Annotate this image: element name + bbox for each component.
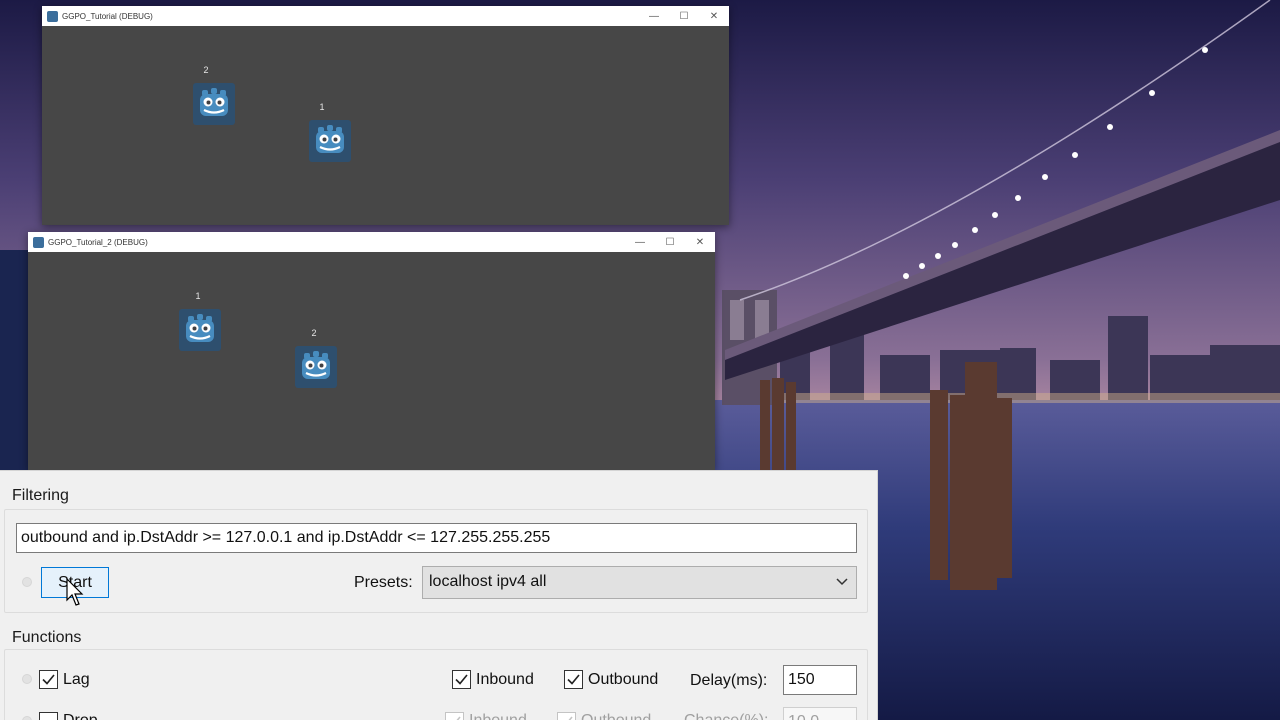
chance-input[interactable]: [783, 707, 857, 720]
drop-status-indicator: [22, 716, 32, 720]
drop-checkbox[interactable]: [39, 712, 58, 720]
lag-outbound-checkbox[interactable]: [564, 670, 583, 689]
game-window-1[interactable]: GGPO_Tutorial (DEBUG) — ☐ ✕ 2 1: [42, 6, 729, 225]
drop-inbound-label: Inbound: [469, 712, 527, 720]
lag-outbound-label: Outbound: [588, 671, 659, 688]
game-window-2-title: GGPO_Tutorial_2 (DEBUG): [48, 237, 148, 247]
godot-app-icon: [47, 10, 58, 22]
mouse-cursor-icon: [66, 578, 84, 606]
game-window-1-title: GGPO_Tutorial (DEBUG): [62, 11, 153, 21]
drop-outbound-label: Outbound: [581, 712, 651, 720]
player-label: 2: [311, 328, 317, 338]
player-label: 1: [195, 291, 201, 301]
player-label: 2: [203, 65, 209, 75]
lag-label: Lag: [63, 671, 90, 688]
game-window-2[interactable]: GGPO_Tutorial_2 (DEBUG) — ☐ ✕ 1 2: [28, 232, 715, 470]
filtering-heading: Filtering: [12, 487, 73, 505]
checkmark-icon: [456, 716, 461, 720]
status-indicator: [22, 577, 32, 587]
drop-outbound-checkbox[interactable]: [557, 712, 576, 720]
chance-label: Chance(%):: [684, 712, 768, 720]
checkmark-icon: [455, 674, 468, 685]
game-window-1-titlebar[interactable]: GGPO_Tutorial (DEBUG) — ☐ ✕: [42, 6, 729, 26]
minimize-button[interactable]: —: [639, 6, 669, 26]
godot-sprite-icon: [178, 308, 222, 352]
maximize-button[interactable]: ☐: [655, 232, 685, 252]
godot-sprite-icon: [192, 82, 236, 126]
presets-value: localhost ipv4 all: [429, 573, 547, 590]
maximize-button[interactable]: ☐: [669, 6, 699, 26]
player-label: 1: [319, 102, 325, 112]
lag-inbound-label: Inbound: [476, 671, 534, 688]
close-button[interactable]: ✕: [699, 6, 729, 26]
lag-status-indicator: [22, 674, 32, 684]
drop-label: Drop: [63, 712, 98, 720]
delay-label: Delay(ms):: [690, 672, 768, 689]
functions-heading: Functions: [12, 629, 86, 647]
clumsy-panel: Filtering Start Presets: localhost ipv4 …: [0, 470, 878, 720]
drop-inbound-checkbox[interactable]: [445, 712, 464, 720]
checkmark-icon: [42, 674, 55, 685]
game-canvas-1[interactable]: 2 1: [42, 26, 729, 225]
checkmark-icon: [568, 716, 573, 720]
minimize-button[interactable]: —: [625, 232, 655, 252]
game-window-2-titlebar[interactable]: GGPO_Tutorial_2 (DEBUG) — ☐ ✕: [28, 232, 715, 252]
checkmark-icon: [567, 674, 580, 685]
delay-input[interactable]: [783, 665, 857, 695]
close-button[interactable]: ✕: [685, 232, 715, 252]
lag-checkbox[interactable]: [39, 670, 58, 689]
chevron-down-icon: [836, 578, 848, 586]
godot-sprite-icon: [308, 119, 352, 163]
godot-app-icon: [33, 236, 44, 248]
presets-select[interactable]: localhost ipv4 all: [422, 566, 857, 599]
lag-inbound-checkbox[interactable]: [452, 670, 471, 689]
presets-label: Presets:: [354, 574, 413, 591]
game-canvas-2[interactable]: 1 2: [28, 252, 715, 470]
filter-input[interactable]: [16, 523, 857, 553]
godot-sprite-icon: [294, 345, 338, 389]
